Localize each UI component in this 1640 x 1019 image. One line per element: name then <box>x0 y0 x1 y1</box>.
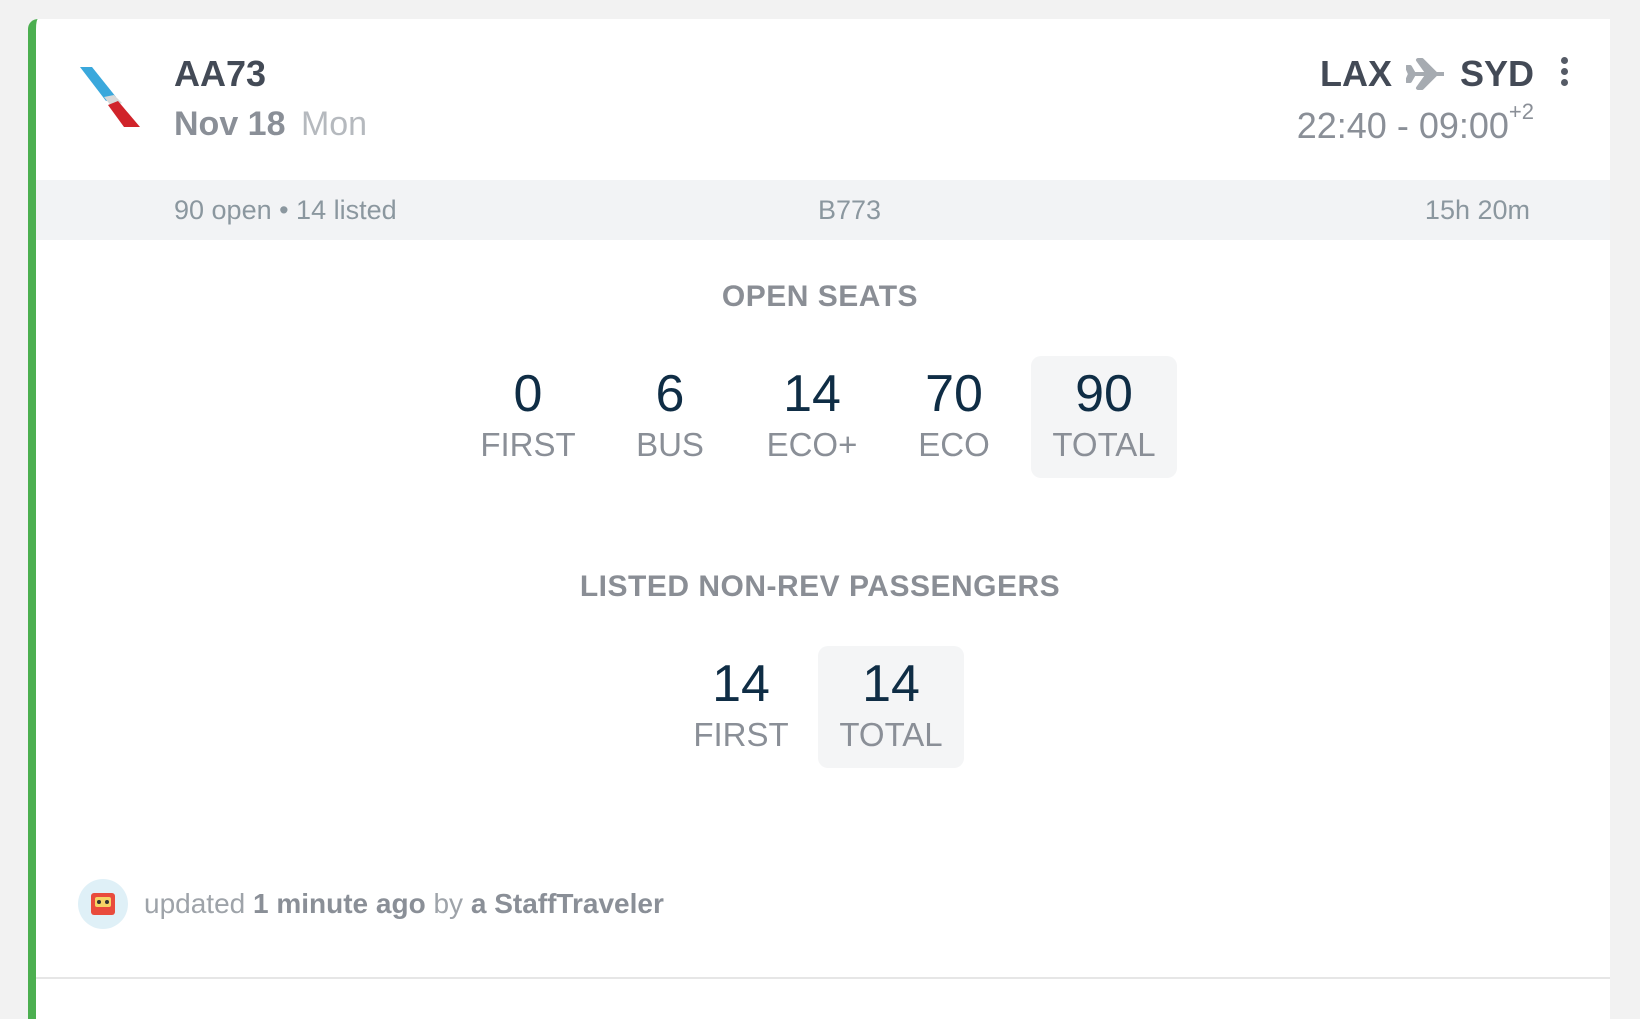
route: LAX SYD <box>1320 53 1534 95</box>
open-seats-economy: 70 ECO <box>889 356 1019 478</box>
airline-logo-icon <box>80 67 140 127</box>
flight-times: 22:40 - 09:00+2 <box>1296 99 1534 147</box>
plane-icon <box>1405 58 1444 90</box>
footer-prefix: updated <box>144 888 246 919</box>
listed-first: 14 FIRST <box>676 646 806 768</box>
footer-by: by <box>433 888 464 919</box>
flight-card[interactable]: AA73 Nov 18 Mon LAX SYD 22:40 - 09:00+2 … <box>28 19 1610 1019</box>
stat-label: ECO <box>918 426 990 463</box>
update-footer: updated 1 minute ago by a StaffTraveler <box>78 879 664 929</box>
stat-value: 0 <box>513 365 543 423</box>
flight-number: AA73 <box>174 53 267 94</box>
aircraft-type: B773 <box>818 195 882 225</box>
stat-label: FIRST <box>693 716 789 753</box>
weekday-label: Mon <box>300 105 368 143</box>
stat-value: 6 <box>655 365 685 423</box>
listed-total: 14 TOTAL <box>818 646 964 768</box>
stat-label: TOTAL <box>839 716 943 753</box>
flight-date: Nov 18 Mon <box>174 105 367 144</box>
stat-value: 70 <box>925 365 983 423</box>
open-seats-total: 90 TOTAL <box>1031 356 1177 478</box>
info-bar: 90 open • 14 listed B773 15h 20m <box>36 180 1610 240</box>
seat-summary: 90 open • 14 listed <box>174 195 397 225</box>
open-seats-premium-economy: 14 ECO+ <box>747 356 877 478</box>
flight-duration: 15h 20m <box>1424 195 1530 225</box>
stat-value: 14 <box>783 365 841 423</box>
open-seats-first: 0 FIRST <box>463 356 593 478</box>
more-vertical-icon[interactable] <box>1558 57 1570 93</box>
stat-value: 14 <box>862 655 920 713</box>
stat-label: ECO+ <box>766 426 858 463</box>
origin-code: LAX <box>1319 53 1392 94</box>
listed-passengers-stats: 14 FIRST 14 TOTAL <box>36 646 1604 768</box>
open-seats-stats: 0 FIRST 6 BUS 14 ECO+ 70 ECO 90 TOTAL <box>36 356 1604 478</box>
avatar-icon <box>91 893 115 915</box>
stat-value: 14 <box>712 655 770 713</box>
open-seats-title: OPEN SEATS <box>721 280 919 313</box>
open-seats-business: 6 BUS <box>605 356 735 478</box>
footer-time: 1 minute ago <box>253 888 426 919</box>
time-range: 22:40 - 09:00 <box>1296 105 1509 146</box>
footer-text: updated 1 minute ago by a StaffTraveler <box>144 888 664 920</box>
date-label: Nov 18 <box>174 105 286 143</box>
stat-value: 90 <box>1075 365 1133 423</box>
stat-label: TOTAL <box>1052 426 1156 463</box>
avatar[interactable] <box>78 879 128 929</box>
destination-code: SYD <box>1459 53 1534 94</box>
footer-author[interactable]: a StaffTraveler <box>471 888 664 919</box>
day-offset: +2 <box>1508 99 1534 124</box>
divider <box>36 977 1610 979</box>
stat-label: BUS <box>636 426 704 463</box>
listed-passengers-title: LISTED NON-REV PASSENGERS <box>579 570 1061 603</box>
stat-label: FIRST <box>480 426 576 463</box>
